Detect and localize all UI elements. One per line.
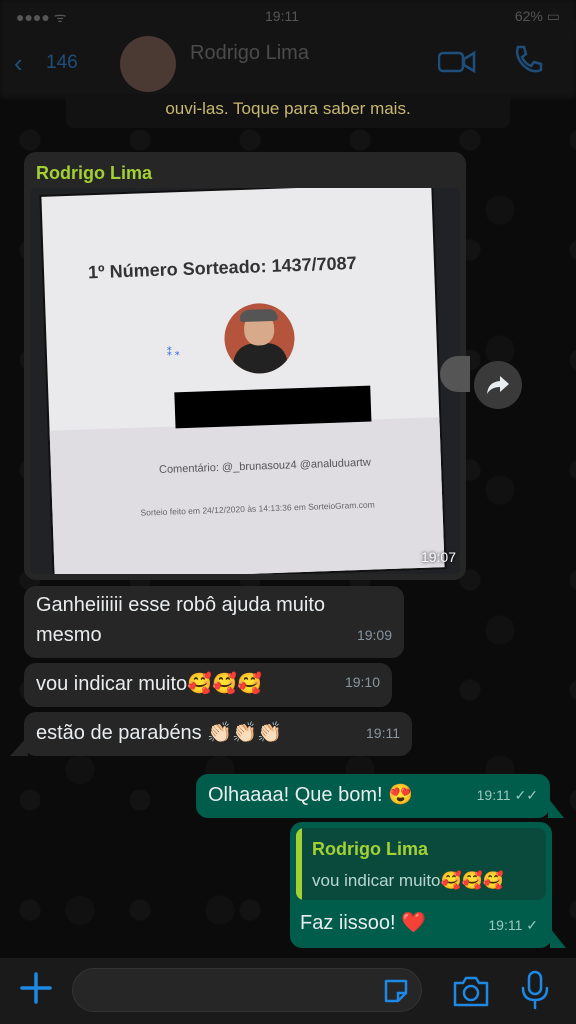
- photo-title: 1º Número Sorteado: 1437/7087: [87, 252, 357, 283]
- message-time: 19:11: [366, 725, 400, 741]
- photo-loader-icon: ⁑ ⁎: [166, 347, 180, 359]
- incoming-message[interactable]: estão de parabéns 👏🏻👏🏻👏🏻 19:11: [24, 712, 412, 756]
- message-time: 19:11 ✓✓: [476, 787, 538, 803]
- redaction-bar: [174, 385, 372, 429]
- back-chevron-icon[interactable]: ‹: [14, 48, 23, 79]
- bubble-tail: [550, 928, 566, 948]
- sender-name: Rodrigo Lima: [36, 163, 152, 183]
- forward-icon: [487, 376, 509, 394]
- mic-icon[interactable]: [520, 970, 550, 1010]
- bubble-tail: [548, 798, 564, 818]
- photo-screen: 1º Número Sorteado: 1437/7087 ⁑ ⁎ Coment…: [41, 188, 445, 574]
- sticker-icon[interactable]: [381, 976, 411, 1006]
- incoming-message[interactable]: Ganheiiiiii esse robô ajuda muito mesmo …: [24, 586, 404, 658]
- message-input[interactable]: [72, 968, 422, 1012]
- message-text: Olhaaaa! Que bom! 😍: [208, 784, 414, 806]
- message-text: Ganheiiiiii esse robô ajuda muito mesmo: [36, 594, 326, 646]
- quote-sender: Rodrigo Lima: [312, 839, 428, 859]
- incoming-message[interactable]: vou indicar muito🥰🥰🥰 19:10: [24, 663, 392, 707]
- message-text: Faz iissoo! ❤️: [300, 912, 427, 934]
- contact-name[interactable]: Rodrigo Lima: [190, 42, 309, 65]
- message-time: 19:09: [356, 627, 392, 643]
- photo-avatar: [223, 302, 296, 375]
- encryption-banner[interactable]: ouvi-las. Toque para saber mais.: [66, 94, 510, 128]
- image-message[interactable]: Rodrigo Lima 1º Número Sorteado: 1437/70…: [24, 152, 466, 580]
- phone-icon[interactable]: [512, 44, 544, 76]
- video-call-icon[interactable]: [438, 50, 476, 74]
- forward-button[interactable]: [474, 361, 522, 409]
- plus-icon[interactable]: [18, 970, 54, 1006]
- message-time: 19:07: [420, 549, 456, 565]
- status-signal: ●●●● ᯤ: [16, 9, 67, 25]
- quoted-message[interactable]: Rodrigo Lima vou indicar muito🥰🥰🥰: [296, 828, 546, 900]
- message-time: 19:11 ✓: [488, 917, 538, 933]
- camera-icon[interactable]: [452, 974, 490, 1008]
- status-battery: 62% ▭: [514, 8, 560, 24]
- quote-text: vou indicar muito🥰🥰🥰: [312, 871, 505, 890]
- outgoing-reply-message[interactable]: Rodrigo Lima vou indicar muito🥰🥰🥰 Faz ii…: [290, 822, 552, 948]
- message-time: 19:10: [344, 674, 380, 690]
- message-text: vou indicar muito🥰🥰🥰: [36, 673, 262, 695]
- message-text: estão de parabéns 👏🏻👏🏻👏🏻: [36, 722, 282, 744]
- back-count[interactable]: 146: [46, 52, 78, 74]
- partial-button: [440, 356, 470, 392]
- outgoing-message[interactable]: Olhaaaa! Que bom! 😍 19:11 ✓✓: [196, 774, 550, 818]
- contact-avatar[interactable]: [120, 36, 176, 92]
- photo-attachment[interactable]: 1º Número Sorteado: 1437/7087 ⁑ ⁎ Coment…: [30, 188, 460, 574]
- status-time: 19:11: [265, 8, 299, 24]
